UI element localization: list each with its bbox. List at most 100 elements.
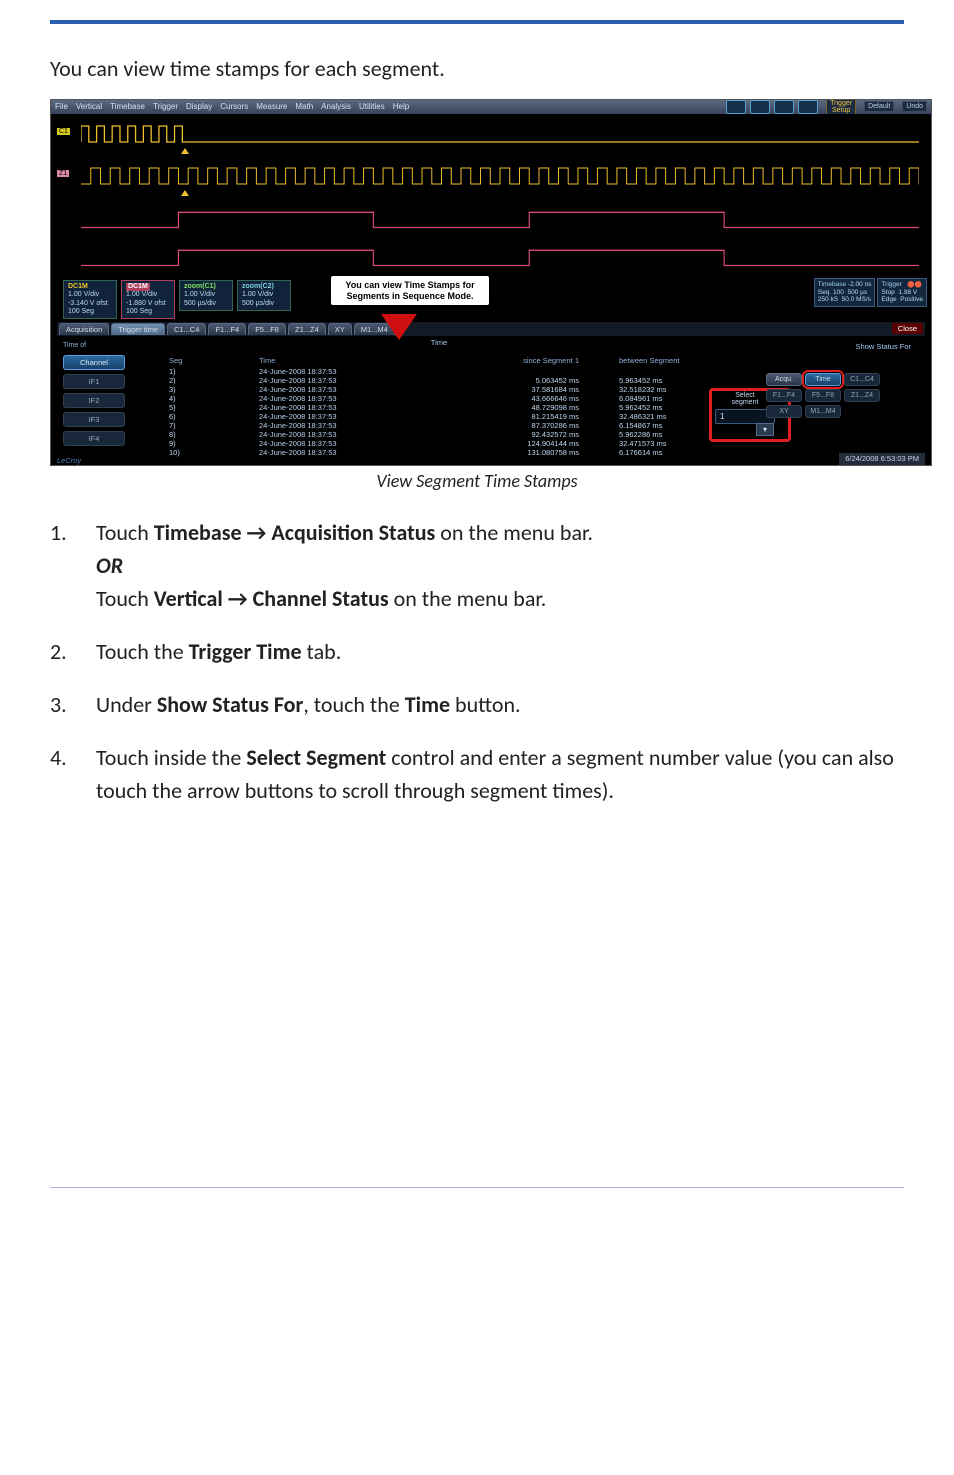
waveform-c2 bbox=[61, 204, 921, 234]
callout-bubble: You can view Time Stamps for Segments in… bbox=[331, 276, 489, 306]
tab-f5f8[interactable]: F5...F8 bbox=[248, 323, 286, 335]
ch-box-line: 1.00 V/div bbox=[68, 291, 112, 299]
toolbar-icon[interactable] bbox=[750, 100, 770, 114]
panel-left: Time of Channel IF1 IF2 IF3 IF4 bbox=[57, 338, 145, 451]
trace-label-c1: C1 bbox=[57, 128, 70, 135]
timebase-readout[interactable]: Timebase -2.00 ns Seq. 100 500 µs 250 kS… bbox=[814, 278, 876, 307]
menu-display[interactable]: Display bbox=[186, 102, 212, 111]
menu-math[interactable]: Math bbox=[295, 102, 313, 111]
tab-trigger-time[interactable]: Trigger time bbox=[111, 323, 165, 335]
step-4: Touch inside the Select Segment control … bbox=[50, 741, 904, 807]
if4-pill[interactable]: IF4 bbox=[63, 431, 125, 446]
col-between: between Segment bbox=[619, 356, 729, 365]
tabstrip: Acquisition Trigger time C1...C4 F1...F4… bbox=[57, 322, 925, 336]
header-rule bbox=[50, 20, 904, 24]
menu-cursors[interactable]: Cursors bbox=[220, 102, 248, 111]
col-since: since Segment 1 bbox=[419, 356, 619, 365]
marker-icon bbox=[181, 148, 189, 154]
btn-c1c4[interactable]: C1...C4 bbox=[844, 373, 880, 386]
steps-list: Touch Timebase → Acquisition Status on t… bbox=[50, 516, 904, 807]
table-row: 10)24-June-2008 18:37:53131.080758 ms6.1… bbox=[149, 448, 729, 457]
if3-pill[interactable]: IF3 bbox=[63, 412, 125, 427]
if2-pill[interactable]: IF2 bbox=[63, 393, 125, 408]
undo-chip[interactable]: Undo bbox=[902, 101, 927, 112]
col-seg: Seg bbox=[149, 356, 259, 365]
menu-help[interactable]: Help bbox=[393, 102, 409, 111]
panel-center: Time Seg Time since Segment 1 between Se… bbox=[145, 338, 733, 451]
table-row: 1)24-June-2008 18:37:53 bbox=[149, 367, 729, 376]
menu-trigger[interactable]: Trigger bbox=[153, 102, 178, 111]
time-of-label: Time of bbox=[59, 342, 143, 349]
toolbar-icon[interactable] bbox=[798, 100, 818, 114]
readout-boxes: Timebase -2.00 ns Seq. 100 500 µs 250 kS… bbox=[814, 278, 927, 307]
status-panel: Time of Channel IF1 IF2 IF3 IF4 Time Seg… bbox=[57, 338, 925, 451]
btn-f5f8[interactable]: F5...F8 bbox=[805, 389, 841, 402]
menu-timebase[interactable]: Timebase bbox=[110, 102, 145, 111]
figure-caption: View Segment Time Stamps bbox=[50, 470, 904, 492]
channel-box-z1[interactable]: zoom(C1) 1.00 V/div 500 µs/div bbox=[179, 280, 233, 311]
toolbar-icons bbox=[726, 100, 818, 114]
tab-f1f4[interactable]: F1...F4 bbox=[208, 323, 246, 335]
menu-measure[interactable]: Measure bbox=[256, 102, 287, 111]
trace-label-z1: Z1 bbox=[57, 170, 69, 177]
ch-box-line: 100 Seg bbox=[68, 308, 112, 316]
ch-box-line: 500 µs/div bbox=[184, 300, 228, 308]
ch-box-line: 1.00 V/div bbox=[242, 291, 286, 299]
table-row: 2)24-June-2008 18:37:535.063452 ms5.9634… bbox=[149, 376, 729, 385]
ch-box-header: zoom(C1) bbox=[184, 283, 228, 291]
step-2: Touch the Trigger Time tab. bbox=[50, 635, 904, 668]
ch-box-line: 1.00 V/div bbox=[184, 291, 228, 299]
readout-label: Trigger bbox=[881, 281, 901, 288]
channel-box-z2[interactable]: zoom(C2) 1.00 V/div 500 µs/div bbox=[237, 280, 291, 311]
menu-vertical[interactable]: Vertical bbox=[76, 102, 102, 111]
footer-timestamp: 6/24/2008 6:53:03 PM bbox=[839, 453, 925, 465]
btn-m1m4[interactable]: M1...M4 bbox=[805, 405, 841, 418]
btn-time[interactable]: Time bbox=[805, 373, 841, 386]
ch-box-header: DC1M bbox=[126, 283, 150, 291]
ch-box-line: -3.140 V ofst bbox=[68, 300, 112, 308]
menu-utilities[interactable]: Utilities bbox=[359, 102, 385, 111]
toolbar-icon[interactable] bbox=[774, 100, 794, 114]
menu-file[interactable]: File bbox=[55, 102, 68, 111]
channel-box-c1[interactable]: DC1M 1.00 V/div -3.140 V ofst 100 Seg bbox=[63, 280, 117, 320]
status-button-grid: Acqu. Time C1...C4 F1...F4 F5...F8 Z1...… bbox=[739, 373, 919, 418]
tab-c1c4[interactable]: C1...C4 bbox=[167, 323, 206, 335]
btn-acqu[interactable]: Acqu. bbox=[766, 373, 802, 386]
tab-z1z4[interactable]: Z1...Z4 bbox=[288, 323, 326, 335]
tab-xy[interactable]: XY bbox=[328, 323, 352, 335]
table-row: 7)24-June-2008 18:37:5387.370286 ms6.154… bbox=[149, 421, 729, 430]
close-button[interactable]: Close bbox=[892, 323, 923, 334]
ch-box-line: -1.880 V ofst bbox=[126, 300, 170, 308]
btn-f1f4[interactable]: F1...F4 bbox=[766, 389, 802, 402]
tab-acquisition[interactable]: Acquisition bbox=[59, 323, 109, 335]
ch-box-line: 100 Seg bbox=[126, 308, 170, 316]
table-headers: Seg Time since Segment 1 between Segment bbox=[149, 356, 729, 365]
intro-text: You can view time stamps for each segmen… bbox=[50, 54, 904, 85]
table-row: 9)24-June-2008 18:37:53124.904144 ms32.4… bbox=[149, 439, 729, 448]
toolbar-icon[interactable] bbox=[726, 100, 746, 114]
channel-pill[interactable]: Channel bbox=[63, 355, 125, 370]
btn-z1z4[interactable]: Z1...Z4 bbox=[844, 389, 880, 402]
channel-descriptor-row: DC1M 1.00 V/div -3.140 V ofst 100 Seg DC… bbox=[63, 280, 291, 320]
callout-arrow-icon bbox=[381, 314, 417, 340]
if1-pill[interactable]: IF1 bbox=[63, 374, 125, 389]
trigger-readout[interactable]: Trigger ⬤⬤ Stop 1.98 V Edge Positive bbox=[877, 278, 927, 307]
page-footer-rule bbox=[50, 1187, 904, 1212]
ch-box-line: 500 µs/div bbox=[242, 300, 286, 308]
waveform-c1: C1 bbox=[61, 118, 921, 152]
waveform-area: C1 Z1 bbox=[51, 114, 931, 284]
channel-box-c2[interactable]: DC1M 1.00 V/div -1.880 V ofst 100 Seg bbox=[121, 280, 175, 320]
readout-label: Timebase bbox=[818, 281, 846, 288]
app-screenshot: File Vertical Timebase Trigger Display C… bbox=[50, 99, 932, 466]
panel-title: Time bbox=[431, 338, 447, 347]
step-1: Touch Timebase → Acquisition Status on t… bbox=[50, 516, 904, 615]
table-row: 6)24-June-2008 18:37:5381.215419 ms32.48… bbox=[149, 412, 729, 421]
menu-analysis[interactable]: Analysis bbox=[321, 102, 351, 111]
waveform-z2 bbox=[61, 242, 921, 272]
ch-box-header: DC1M bbox=[68, 283, 112, 291]
ch-box-line: 1.00 V/div bbox=[126, 291, 170, 299]
select-segment-value: 1 bbox=[720, 412, 724, 421]
btn-xy[interactable]: XY bbox=[766, 405, 802, 418]
default-chip[interactable]: Default bbox=[864, 101, 894, 112]
brand-label: LeCroy bbox=[57, 456, 81, 465]
